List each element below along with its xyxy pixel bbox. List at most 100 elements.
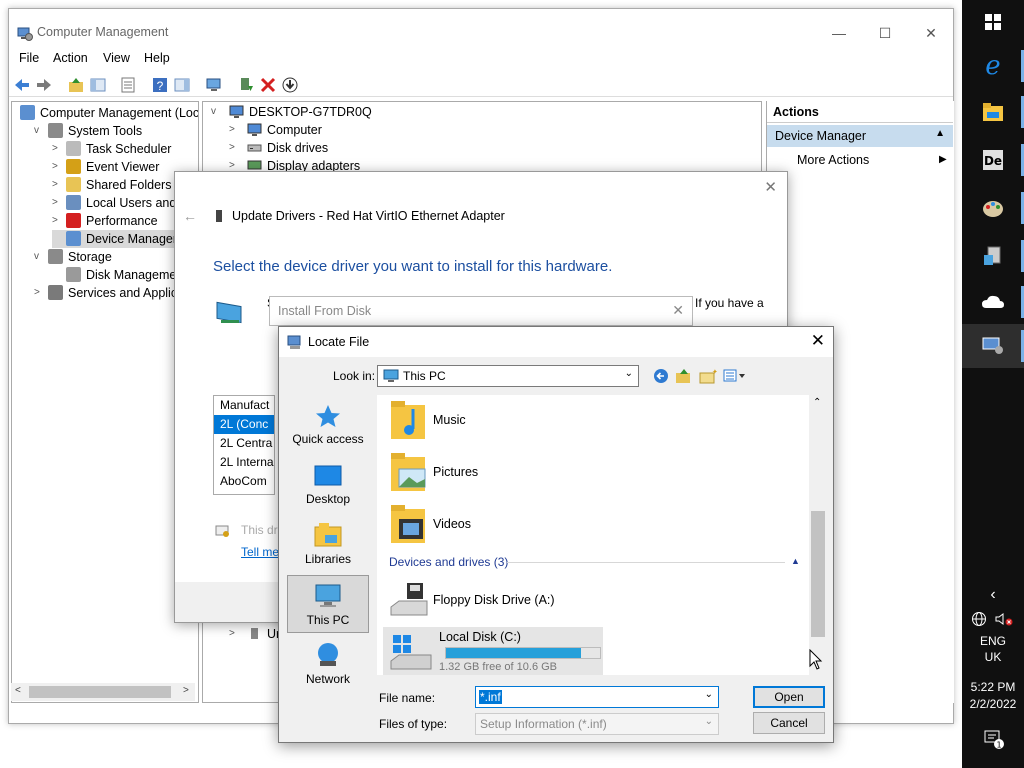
tree-item[interactable]: Computer Management (Local — [16, 104, 198, 122]
expand-icon[interactable]: > — [229, 121, 239, 139]
file-name-label: File name: — [379, 691, 436, 705]
chevron-down-icon[interactable]: ⌄ — [705, 689, 713, 700]
up-folder-icon[interactable] — [67, 76, 85, 94]
language-indicator[interactable]: ENG UK — [962, 634, 1024, 664]
tree-item[interactable]: v System Tools — [34, 122, 148, 140]
taskbar-explorer[interactable] — [962, 90, 1024, 134]
close-icon[interactable]: ✕ — [672, 302, 684, 319]
scan-hardware-icon[interactable] — [205, 76, 223, 94]
back-icon[interactable] — [13, 76, 31, 94]
collapse-icon[interactable]: v — [211, 103, 221, 121]
nav-network[interactable]: Network — [287, 635, 369, 693]
up-folder-icon[interactable] — [675, 368, 693, 384]
maximize-button[interactable]: ☐ — [875, 23, 895, 43]
expand-icon[interactable]: > — [229, 139, 239, 157]
drive-local-c[interactable]: Local Disk (C:) 1.32 GB free of 10.6 GB — [383, 627, 603, 675]
expand-icon[interactable]: > — [52, 176, 62, 194]
scroll-left-icon[interactable]: < — [15, 685, 21, 696]
tree-item[interactable]: v Storage — [34, 248, 118, 266]
clock[interactable]: 5:22 PM 2/2/2022 — [962, 680, 1024, 711]
nav-desktop[interactable]: Desktop — [287, 455, 369, 513]
scroll-up-icon[interactable]: ⌃ — [813, 397, 821, 408]
taskbar-paint[interactable] — [962, 186, 1024, 230]
properties-icon[interactable] — [119, 76, 137, 94]
menu-view[interactable]: View — [103, 51, 130, 65]
signed-driver-icon — [215, 525, 229, 537]
actions-device-manager[interactable]: Device Manager ▲ — [767, 125, 953, 147]
file-list-scrollbar[interactable]: ⌃ — [809, 395, 827, 675]
open-button[interactable]: Open — [753, 686, 825, 708]
back-arrow-icon[interactable]: ← — [183, 208, 197, 224]
menu-action[interactable]: Action — [53, 51, 88, 65]
tree-horizontal-scrollbar[interactable]: < > — [11, 683, 195, 701]
list-item[interactable]: 2L Centra — [214, 434, 274, 453]
close-button[interactable]: ✕ — [921, 23, 941, 43]
tree-item[interactable]: Device Manager — [52, 230, 184, 248]
expand-icon[interactable]: > — [229, 625, 239, 643]
new-folder-icon[interactable]: ✦ — [699, 368, 717, 384]
tree-item[interactable]: > Event Viewer — [52, 158, 165, 176]
taskbar-edge[interactable]: e — [962, 44, 1024, 88]
folder-pictures[interactable]: Pictures — [389, 449, 478, 497]
taskbar-computer-management[interactable] — [962, 324, 1024, 368]
list-item[interactable]: AboCom — [214, 472, 274, 491]
manufacturer-list[interactable]: Manufact 2L (Conc 2L Centra 2L Interna A… — [213, 395, 275, 495]
view-menu-icon[interactable] — [723, 368, 749, 384]
more-actions[interactable]: More Actions — [797, 153, 869, 167]
expand-icon[interactable]: > — [52, 212, 62, 230]
expand-icon[interactable]: > — [52, 140, 62, 158]
show-tree-icon[interactable] — [89, 76, 107, 94]
menu-file[interactable]: File — [19, 51, 39, 65]
scrollbar-thumb[interactable] — [811, 511, 825, 637]
chevron-down-icon[interactable]: ⌄ — [705, 716, 713, 727]
menu-help[interactable]: Help — [144, 51, 170, 65]
back-icon[interactable] — [653, 368, 669, 384]
file-name-input[interactable]: *.inf ⌄ — [475, 686, 719, 708]
action-pane-icon[interactable] — [173, 76, 191, 94]
speaker-muted-icon[interactable] — [994, 611, 1014, 627]
taskbar-app-de[interactable]: De — [962, 138, 1024, 182]
help-icon[interactable]: ? — [151, 76, 169, 94]
taskbar-device-app[interactable] — [962, 234, 1024, 278]
update-driver-icon[interactable] — [237, 76, 255, 94]
network-globe-icon[interactable] — [971, 611, 987, 627]
expand-icon[interactable]: > — [52, 158, 62, 176]
expand-icon[interactable]: > — [34, 284, 44, 302]
tree-item[interactable]: > Shared Folders — [52, 176, 177, 194]
folder-music[interactable]: Music — [389, 397, 466, 445]
drive-floppy[interactable]: Floppy Disk Drive (A:) — [389, 577, 555, 625]
drive-usage-fill — [446, 648, 581, 658]
collapse-group-icon[interactable]: ▲ — [791, 556, 800, 566]
minimize-button[interactable]: — — [829, 23, 849, 43]
cancel-button[interactable]: Cancel — [753, 712, 825, 734]
uninstall-icon[interactable] — [259, 76, 277, 94]
folder-videos[interactable]: Videos — [389, 501, 471, 549]
nav-this-pc[interactable]: This PC — [287, 575, 369, 633]
close-icon[interactable]: ✕ — [764, 178, 777, 196]
forward-icon[interactable] — [35, 76, 53, 94]
list-item[interactable]: 2L Interna — [214, 453, 274, 472]
chevron-right-icon[interactable]: ▶ — [939, 154, 947, 165]
tree-item[interactable]: > Task Scheduler — [52, 140, 177, 158]
scrollbar-thumb[interactable] — [29, 686, 171, 698]
notification-center[interactable]: 1 — [962, 728, 1024, 753]
chevron-down-icon[interactable]: ⌄ — [625, 368, 633, 379]
tree-item[interactable]: > Performance — [52, 212, 164, 230]
close-icon[interactable]: ✕ — [811, 331, 825, 351]
nav-libraries[interactable]: Libraries — [287, 515, 369, 573]
list-item[interactable]: 2L (Conc — [214, 415, 274, 434]
taskbar-onedrive[interactable] — [962, 280, 1024, 324]
collapse-icon[interactable]: v — [34, 122, 44, 140]
collapse-up-icon[interactable]: ▲ — [935, 128, 945, 139]
start-button[interactable] — [962, 0, 1024, 44]
tell-me-link[interactable]: Tell me — [241, 545, 279, 559]
collapse-icon[interactable]: v — [34, 248, 44, 266]
look-in-dropdown[interactable]: This PC ⌄ — [377, 365, 639, 387]
show-hidden-icons[interactable]: ‹ — [962, 586, 1024, 604]
tree-item[interactable]: Disk Management — [52, 266, 193, 284]
expand-icon[interactable]: > — [52, 194, 62, 212]
nav-quick-access[interactable]: Quick access — [287, 395, 369, 453]
scroll-right-icon[interactable]: > — [183, 685, 189, 696]
file-type-dropdown[interactable]: Setup Information (*.inf) ⌄ — [475, 713, 719, 735]
download-icon[interactable] — [281, 76, 299, 94]
